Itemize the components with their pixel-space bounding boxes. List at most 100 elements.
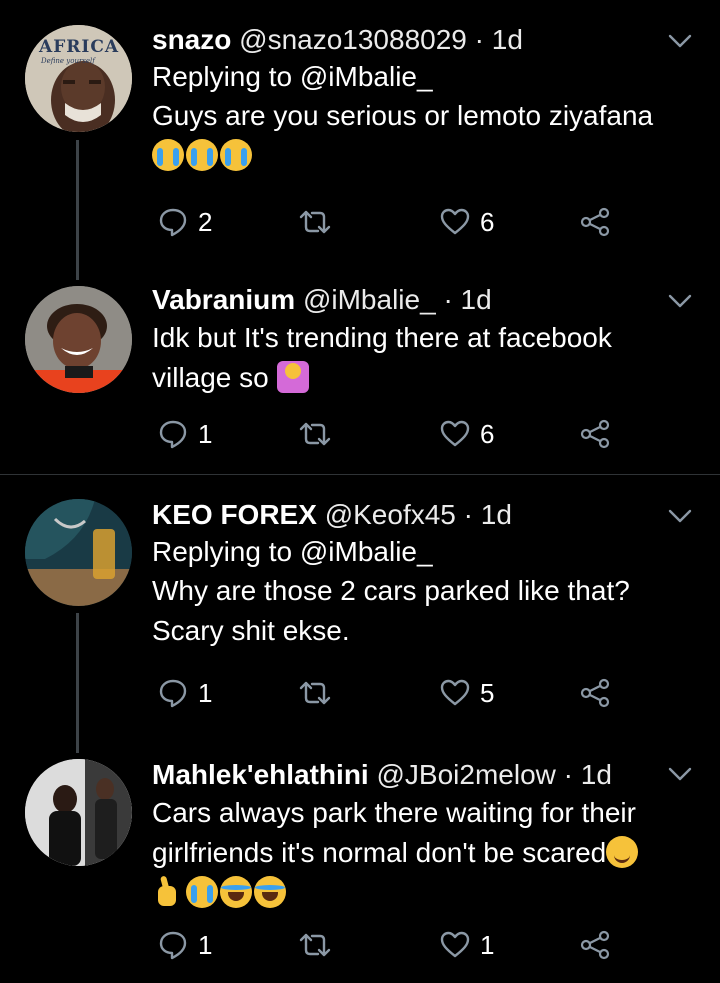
user-handle[interactable]: @JBoi2melow <box>376 759 555 790</box>
heart-icon <box>440 679 470 706</box>
chevron-down-icon[interactable] <box>666 501 694 529</box>
reply-icon <box>159 931 187 960</box>
avatar-brand-subtext: Define yourself <box>41 57 95 65</box>
like-button[interactable]: 1 <box>440 925 494 965</box>
tweet-header: snazo @snazo13088029 · 1d <box>152 22 700 58</box>
reply-icon <box>159 420 187 449</box>
avatar-brand-text: AFRICA <box>39 37 120 57</box>
like-count: 5 <box>480 677 495 708</box>
tweet-3[interactable]: KEO FOREX @Keofx45 · 1d Replying to @iMb… <box>0 475 720 753</box>
chevron-down-icon[interactable] <box>666 26 694 54</box>
share-icon <box>580 678 610 708</box>
separator-dot: · <box>463 499 473 530</box>
display-name[interactable]: Vabranium <box>152 284 295 315</box>
shrugging-person-emoji <box>276 361 309 393</box>
laughing-face-emoji <box>254 876 286 908</box>
timestamp[interactable]: 1d <box>581 759 612 790</box>
timestamp[interactable]: 1d <box>461 284 492 315</box>
user-handle[interactable]: @snazo13088029 <box>239 24 467 55</box>
tweet-text-line: Scary shit ekse. <box>152 615 350 646</box>
tweet-actions: 1 6 <box>152 414 622 454</box>
crying-face-emoji <box>186 876 218 908</box>
heart-icon <box>440 931 470 958</box>
reply-count: 2 <box>198 206 213 237</box>
user-handle[interactable]: @Keofx45 <box>325 499 456 530</box>
reply-icon <box>159 679 187 708</box>
timestamp[interactable]: 1d <box>481 499 512 530</box>
crying-face-emoji <box>220 139 252 171</box>
avatar-image <box>25 499 132 606</box>
tweet-emoji-line <box>152 873 700 913</box>
display-name[interactable]: KEO FOREX <box>152 499 317 530</box>
crying-face-emoji <box>186 139 218 171</box>
retweet-icon <box>299 933 331 957</box>
share-button[interactable] <box>580 414 610 454</box>
thread-line <box>76 140 79 280</box>
tweet-2[interactable]: Vabranium @iMbalie_ · 1d Idk but It's tr… <box>0 260 720 474</box>
tweet-text: Guys are you serious or lemoto ziyafana <box>152 96 700 136</box>
avatar-image <box>25 286 132 393</box>
tweet-text-line: Idk but It's trending there at facebook <box>152 322 612 353</box>
avatar-vabranium[interactable] <box>25 286 132 393</box>
share-icon <box>580 207 610 237</box>
tweet-actions: 1 1 <box>152 925 622 965</box>
laughing-face-emoji <box>220 876 252 908</box>
tweet-header: Vabranium @iMbalie_ · 1d <box>152 282 700 318</box>
retweet-button[interactable] <box>298 673 332 713</box>
retweet-icon <box>299 681 331 705</box>
replying-to[interactable]: Replying to @iMbalie_ <box>152 58 700 96</box>
like-button[interactable]: 6 <box>440 414 494 454</box>
tweet-text-line: village so <box>152 358 700 398</box>
smiling-face-emoji <box>606 836 639 868</box>
reply-button[interactable]: 1 <box>158 673 212 713</box>
thread-line <box>76 613 79 753</box>
avatar-keo-forex[interactable] <box>25 499 132 606</box>
avatar-mahlekehlathini[interactable] <box>25 759 132 866</box>
like-button[interactable]: 6 <box>440 202 494 242</box>
tweet-emojis <box>152 136 700 176</box>
tweet-1[interactable]: AFRICA Define yourself snazo @snazo13088… <box>0 0 720 280</box>
avatar-image <box>25 759 132 866</box>
tweet-4[interactable]: Mahlek'ehlathini @JBoi2melow · 1d Cars a… <box>0 735 720 983</box>
like-count: 6 <box>480 206 495 237</box>
like-count: 6 <box>480 418 495 449</box>
reply-count: 1 <box>198 418 213 449</box>
retweet-icon <box>299 422 331 446</box>
retweet-button[interactable] <box>298 202 332 242</box>
retweet-icon <box>299 210 331 234</box>
share-icon <box>580 419 610 449</box>
reply-icon <box>159 208 187 237</box>
crossed-fingers-emoji <box>152 876 184 908</box>
tweet-header: Mahlek'ehlathini @JBoi2melow · 1d <box>152 757 700 793</box>
retweet-button[interactable] <box>298 414 332 454</box>
heart-icon <box>440 420 470 447</box>
share-button[interactable] <box>580 673 610 713</box>
like-button[interactable]: 5 <box>440 673 494 713</box>
display-name[interactable]: snazo <box>152 24 231 55</box>
share-button[interactable] <box>580 925 610 965</box>
tweet-text: Idk but It's trending there at facebook … <box>152 318 700 398</box>
separator-dot: · <box>474 24 484 55</box>
reply-button[interactable]: 1 <box>158 925 212 965</box>
tweet-actions: 2 6 <box>152 202 622 242</box>
timestamp[interactable]: 1d <box>492 24 523 55</box>
tweet-text-line: girlfriends it's normal don't be scared <box>152 833 700 873</box>
tweet-header: KEO FOREX @Keofx45 · 1d <box>152 497 700 533</box>
heart-icon <box>440 208 470 235</box>
crying-face-emoji <box>152 139 184 171</box>
tweet-text-line: Cars always park there waiting for their <box>152 797 636 828</box>
reply-button[interactable]: 1 <box>158 414 212 454</box>
separator-dot: · <box>563 759 573 790</box>
retweet-button[interactable] <box>298 925 332 965</box>
chevron-down-icon[interactable] <box>666 286 694 314</box>
display-name[interactable]: Mahlek'ehlathini <box>152 759 369 790</box>
share-button[interactable] <box>580 202 610 242</box>
like-count: 1 <box>480 929 495 960</box>
reply-count: 1 <box>198 677 213 708</box>
tweet-text-fragment: village so <box>152 362 269 393</box>
avatar-snazo[interactable]: AFRICA Define yourself <box>25 25 132 132</box>
chevron-down-icon[interactable] <box>666 759 694 787</box>
reply-button[interactable]: 2 <box>158 202 212 242</box>
replying-to[interactable]: Replying to @iMbalie_ <box>152 533 700 571</box>
user-handle[interactable]: @iMbalie_ <box>303 284 436 315</box>
